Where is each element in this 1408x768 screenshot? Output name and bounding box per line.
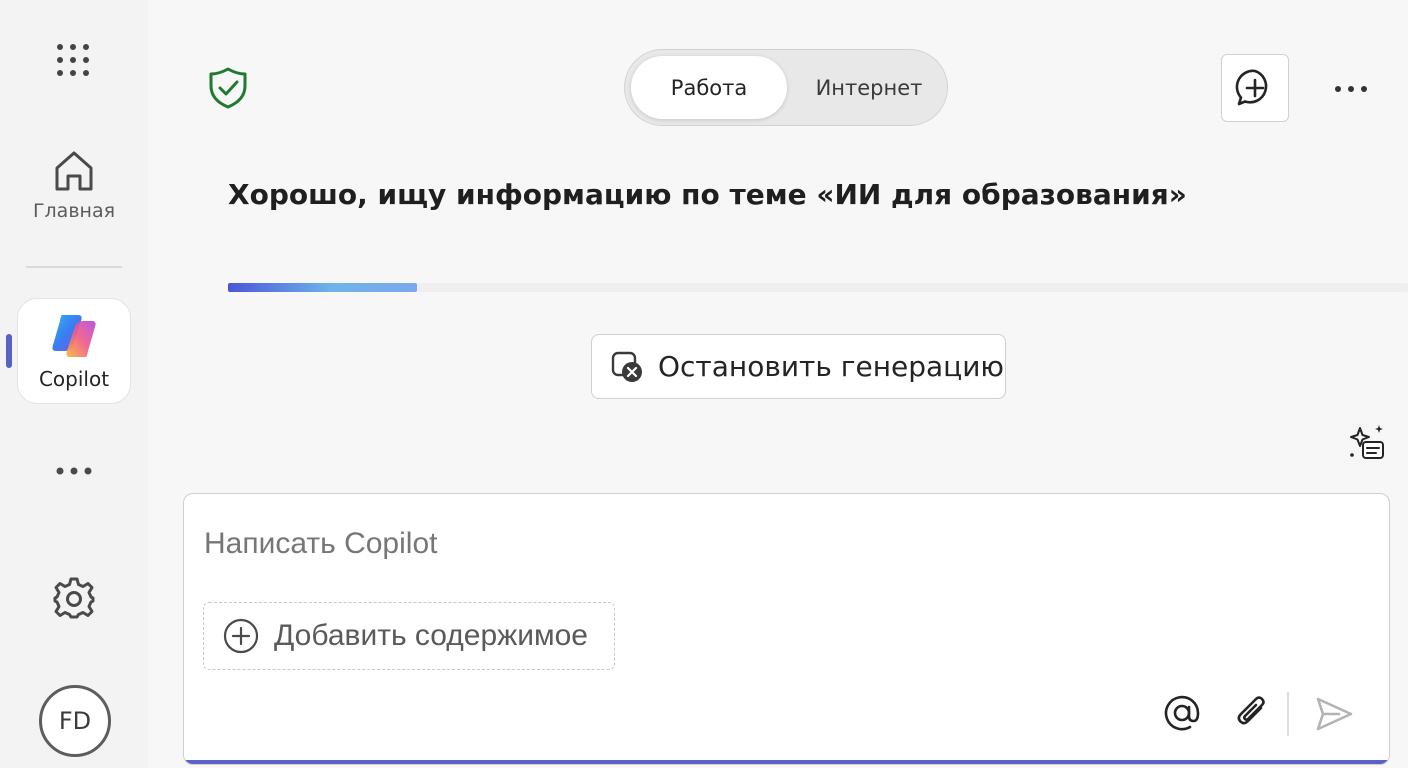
settings-button[interactable] xyxy=(50,574,98,622)
header-more-button[interactable] xyxy=(1328,72,1374,106)
gear-icon xyxy=(53,577,95,619)
more-horizontal-icon xyxy=(56,467,92,475)
shield-check-icon xyxy=(209,67,247,109)
chat-pane: Работа Интернет Хорошо, ищу информацию п… xyxy=(148,0,1408,768)
more-horizontal-icon xyxy=(1335,86,1367,92)
message-composer: Добавить содержимое xyxy=(183,493,1390,765)
rail-divider xyxy=(26,266,122,268)
nav-copilot-label: Copilot xyxy=(38,367,110,391)
composer-focus-bar xyxy=(184,760,1389,764)
left-rail: Главная Copilot FD xyxy=(0,0,148,768)
home-icon xyxy=(55,151,93,191)
user-avatar[interactable]: FD xyxy=(39,685,111,757)
send-button[interactable] xyxy=(1312,692,1356,736)
stop-generation-button[interactable]: Остановить генерацию xyxy=(591,334,1006,399)
active-indicator xyxy=(6,334,12,368)
nav-more-button[interactable] xyxy=(50,456,98,486)
generation-progress xyxy=(228,283,1408,292)
toggle-option-web[interactable]: Интернет xyxy=(795,56,943,119)
stop-generation-label: Остановить генерацию xyxy=(658,350,1004,383)
toggle-option-work[interactable]: Работа xyxy=(631,56,787,119)
mention-button[interactable] xyxy=(1161,692,1203,734)
status-message: Хорошо, ищу информацию по теме «ИИ для о… xyxy=(228,178,1187,211)
add-content-label: Добавить содержимое xyxy=(274,619,588,652)
nav-home[interactable]: Главная xyxy=(22,140,126,230)
add-content-button[interactable]: Добавить содержимое xyxy=(203,602,615,670)
at-mention-icon xyxy=(1164,695,1200,731)
nav-home-label: Главная xyxy=(32,200,116,222)
avatar-initials: FD xyxy=(58,707,92,735)
attach-button[interactable] xyxy=(1231,692,1273,734)
chat-add-icon xyxy=(1235,69,1268,106)
add-circle-icon xyxy=(223,618,259,654)
sparkle-prompts-icon xyxy=(1350,425,1384,459)
app-launcher-button[interactable] xyxy=(52,40,94,80)
progress-fill xyxy=(228,283,417,292)
protected-badge[interactable] xyxy=(206,66,250,110)
copilot-logo xyxy=(52,315,96,357)
work-web-toggle: Работа Интернет xyxy=(624,49,948,126)
grid-dots-icon xyxy=(57,44,89,76)
new-chat-button[interactable] xyxy=(1221,54,1289,122)
message-input[interactable] xyxy=(202,520,1106,568)
prompt-gallery-button[interactable] xyxy=(1344,420,1388,464)
stop-generation-icon xyxy=(611,351,642,382)
paperclip-icon xyxy=(1237,696,1265,725)
send-icon xyxy=(1316,697,1353,731)
nav-copilot[interactable]: Copilot xyxy=(17,298,131,404)
toolbar-divider xyxy=(1287,692,1289,736)
